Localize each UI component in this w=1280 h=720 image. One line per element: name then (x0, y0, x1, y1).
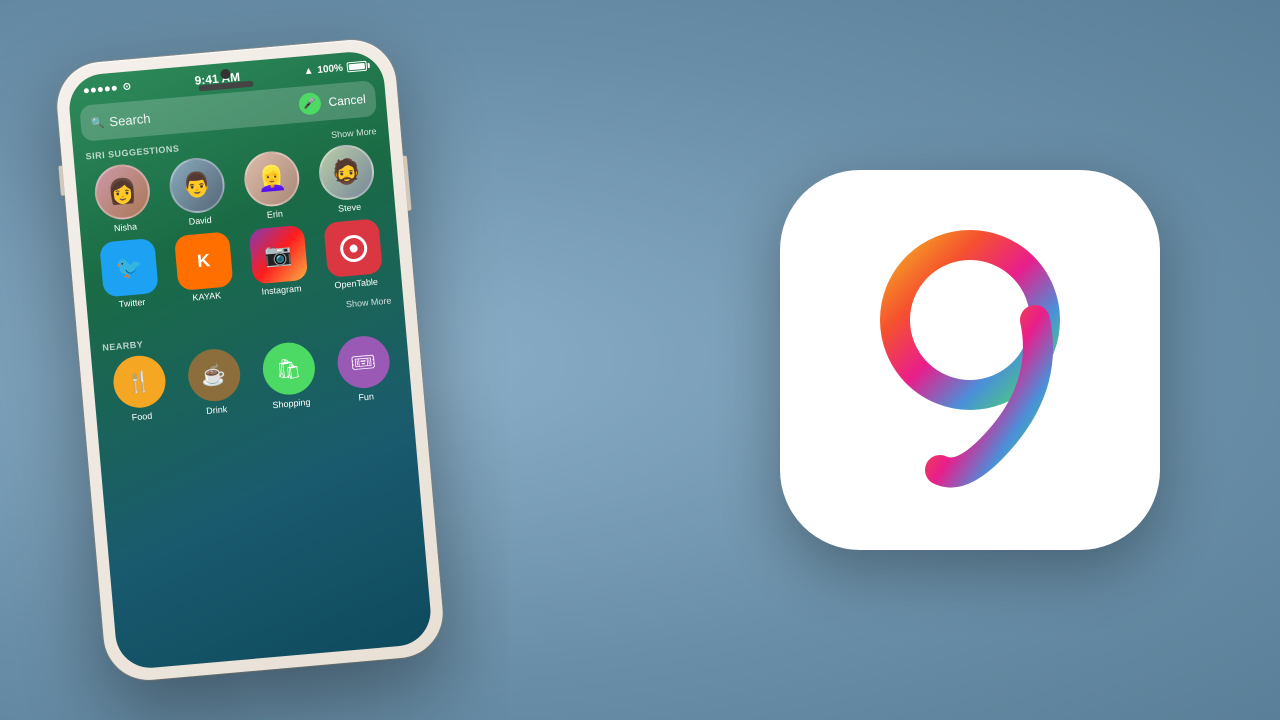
fun-icon: 🎟 (335, 334, 391, 390)
nearby-name-shopping: Shopping (272, 397, 311, 410)
app-opentable[interactable]: OpenTable (323, 218, 384, 291)
contact-nisha[interactable]: 👩 Nisha (93, 162, 154, 235)
app-name-kayak: KAYAK (192, 290, 221, 302)
battery-percent: 100% (317, 62, 343, 75)
app-instagram[interactable]: 📷 Instagram (249, 225, 310, 298)
app-twitter[interactable]: 🐦 Twitter (99, 238, 160, 311)
nearby-shopping[interactable]: 🛍 Shopping (260, 341, 318, 411)
contact-name-nisha: Nisha (114, 221, 138, 233)
opentable-icon (323, 218, 383, 278)
contact-erin[interactable]: 👱‍♀️ Erin (242, 149, 303, 222)
siri-show-more[interactable]: Show More (331, 126, 377, 140)
ios9-logo (780, 170, 1160, 550)
nearby-drink[interactable]: ☕ Drink (186, 347, 244, 417)
contact-steve[interactable]: 🧔 Steve (317, 143, 378, 216)
contact-name-david: David (188, 215, 212, 227)
apps-show-more[interactable]: Show More (346, 295, 392, 309)
nearby-food[interactable]: 🍴 Food (111, 354, 169, 424)
app-name-twitter: Twitter (118, 297, 145, 309)
nearby-title: NEARBY (102, 339, 144, 353)
nearby-fun[interactable]: 🎟 Fun (335, 334, 393, 404)
status-right: ▲ 100% (303, 60, 367, 76)
app-name-instagram: Instagram (261, 283, 302, 296)
iphone-body: ⊙ 9:41 AM ▲ 100% 🔍 Search (54, 36, 447, 683)
scene: ⊙ 9:41 AM ▲ 100% 🔍 Search (0, 0, 1280, 720)
power-button (403, 156, 412, 211)
search-icon: 🔍 (90, 115, 105, 129)
iphone-device: ⊙ 9:41 AM ▲ 100% 🔍 Search (54, 36, 447, 683)
siri-suggestions-title: SIRI SUGGESTIONS (85, 143, 180, 161)
search-placeholder: Search (109, 97, 300, 128)
kayak-icon: K (174, 231, 234, 291)
instagram-icon: 📷 (249, 225, 309, 285)
signal-dots (84, 85, 117, 93)
contact-name-steve: Steve (338, 202, 362, 214)
shopping-icon: 🛍 (260, 341, 316, 397)
cancel-button[interactable]: Cancel (328, 92, 366, 109)
mic-button[interactable]: 🎤 (298, 92, 322, 116)
iphone-screen: ⊙ 9:41 AM ▲ 100% 🔍 Search (67, 49, 434, 670)
avatar-steve: 🧔 (317, 143, 377, 203)
mic-icon: 🎤 (303, 98, 316, 110)
status-left: ⊙ (83, 81, 131, 96)
front-camera (220, 69, 231, 80)
nearby-name-fun: Fun (358, 391, 374, 402)
drink-icon: ☕ (186, 347, 242, 403)
food-icon: 🍴 (111, 354, 167, 410)
contact-david[interactable]: 👨 David (167, 156, 228, 229)
app-name-opentable: OpenTable (334, 277, 378, 291)
avatar-david: 👨 (167, 156, 227, 216)
location-icon: ▲ (303, 65, 314, 77)
volume-button (58, 166, 65, 196)
battery-icon (346, 61, 367, 73)
nearby-name-food: Food (131, 411, 152, 423)
contact-name-erin: Erin (266, 209, 283, 220)
avatar-erin: 👱‍♀️ (242, 149, 302, 209)
avatar-nisha: 👩 (93, 162, 153, 222)
app-kayak[interactable]: K KAYAK (174, 231, 235, 304)
twitter-icon: 🐦 (99, 238, 159, 298)
nearby-name-drink: Drink (206, 404, 228, 416)
